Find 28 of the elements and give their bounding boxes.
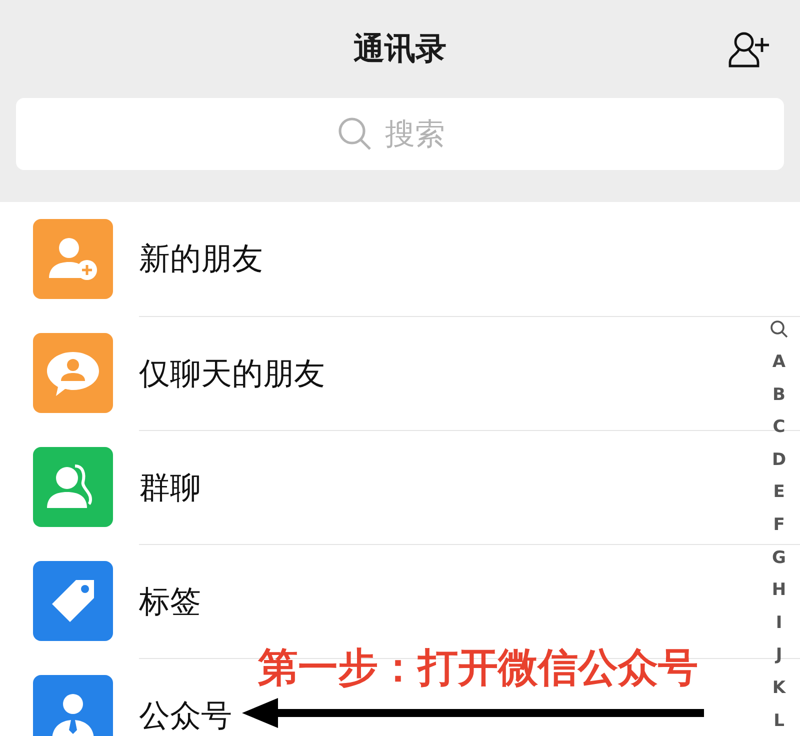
contact-category-icon[interactable]	[33, 219, 113, 299]
contact-category-item[interactable]: 新的朋友	[139, 238, 263, 280]
add-contact-button[interactable]	[728, 30, 770, 70]
annotation-text: 第一步：打开微信公众号	[258, 644, 698, 693]
search-field[interactable]: 搜索	[383, 116, 463, 152]
index-letter[interactable]: K	[772, 672, 786, 705]
contact-category-icon[interactable]	[33, 447, 113, 527]
contact-category-icon[interactable]	[33, 675, 113, 736]
contact-category-item[interactable]: 公众号	[139, 694, 232, 736]
search-icon	[337, 116, 373, 152]
contact-category-icon[interactable]	[33, 333, 113, 413]
window-title: 通讯录	[354, 30, 446, 69]
search-icon[interactable]	[770, 320, 788, 338]
contact-category-item[interactable]: 群聊	[139, 466, 201, 508]
index-letter[interactable]: I	[776, 606, 782, 640]
index-letter[interactable]: A	[772, 346, 786, 379]
index-letter[interactable]: F	[773, 508, 785, 542]
contact-category-icon[interactable]	[33, 561, 113, 641]
index-letter[interactable]: D	[772, 444, 786, 476]
index-letter[interactable]: H	[772, 574, 786, 607]
contact-category-item[interactable]: 仅聊天的朋友	[139, 352, 325, 394]
index-letter[interactable]: L	[774, 704, 784, 736]
contact-category-item[interactable]: 标签	[139, 580, 201, 622]
index-letter[interactable]: E	[773, 476, 785, 509]
index-letter[interactable]: C	[772, 411, 786, 444]
index-letter[interactable]: B	[772, 378, 786, 412]
index-letter[interactable]: J	[776, 639, 782, 672]
index-letter[interactable]: G	[772, 542, 786, 574]
